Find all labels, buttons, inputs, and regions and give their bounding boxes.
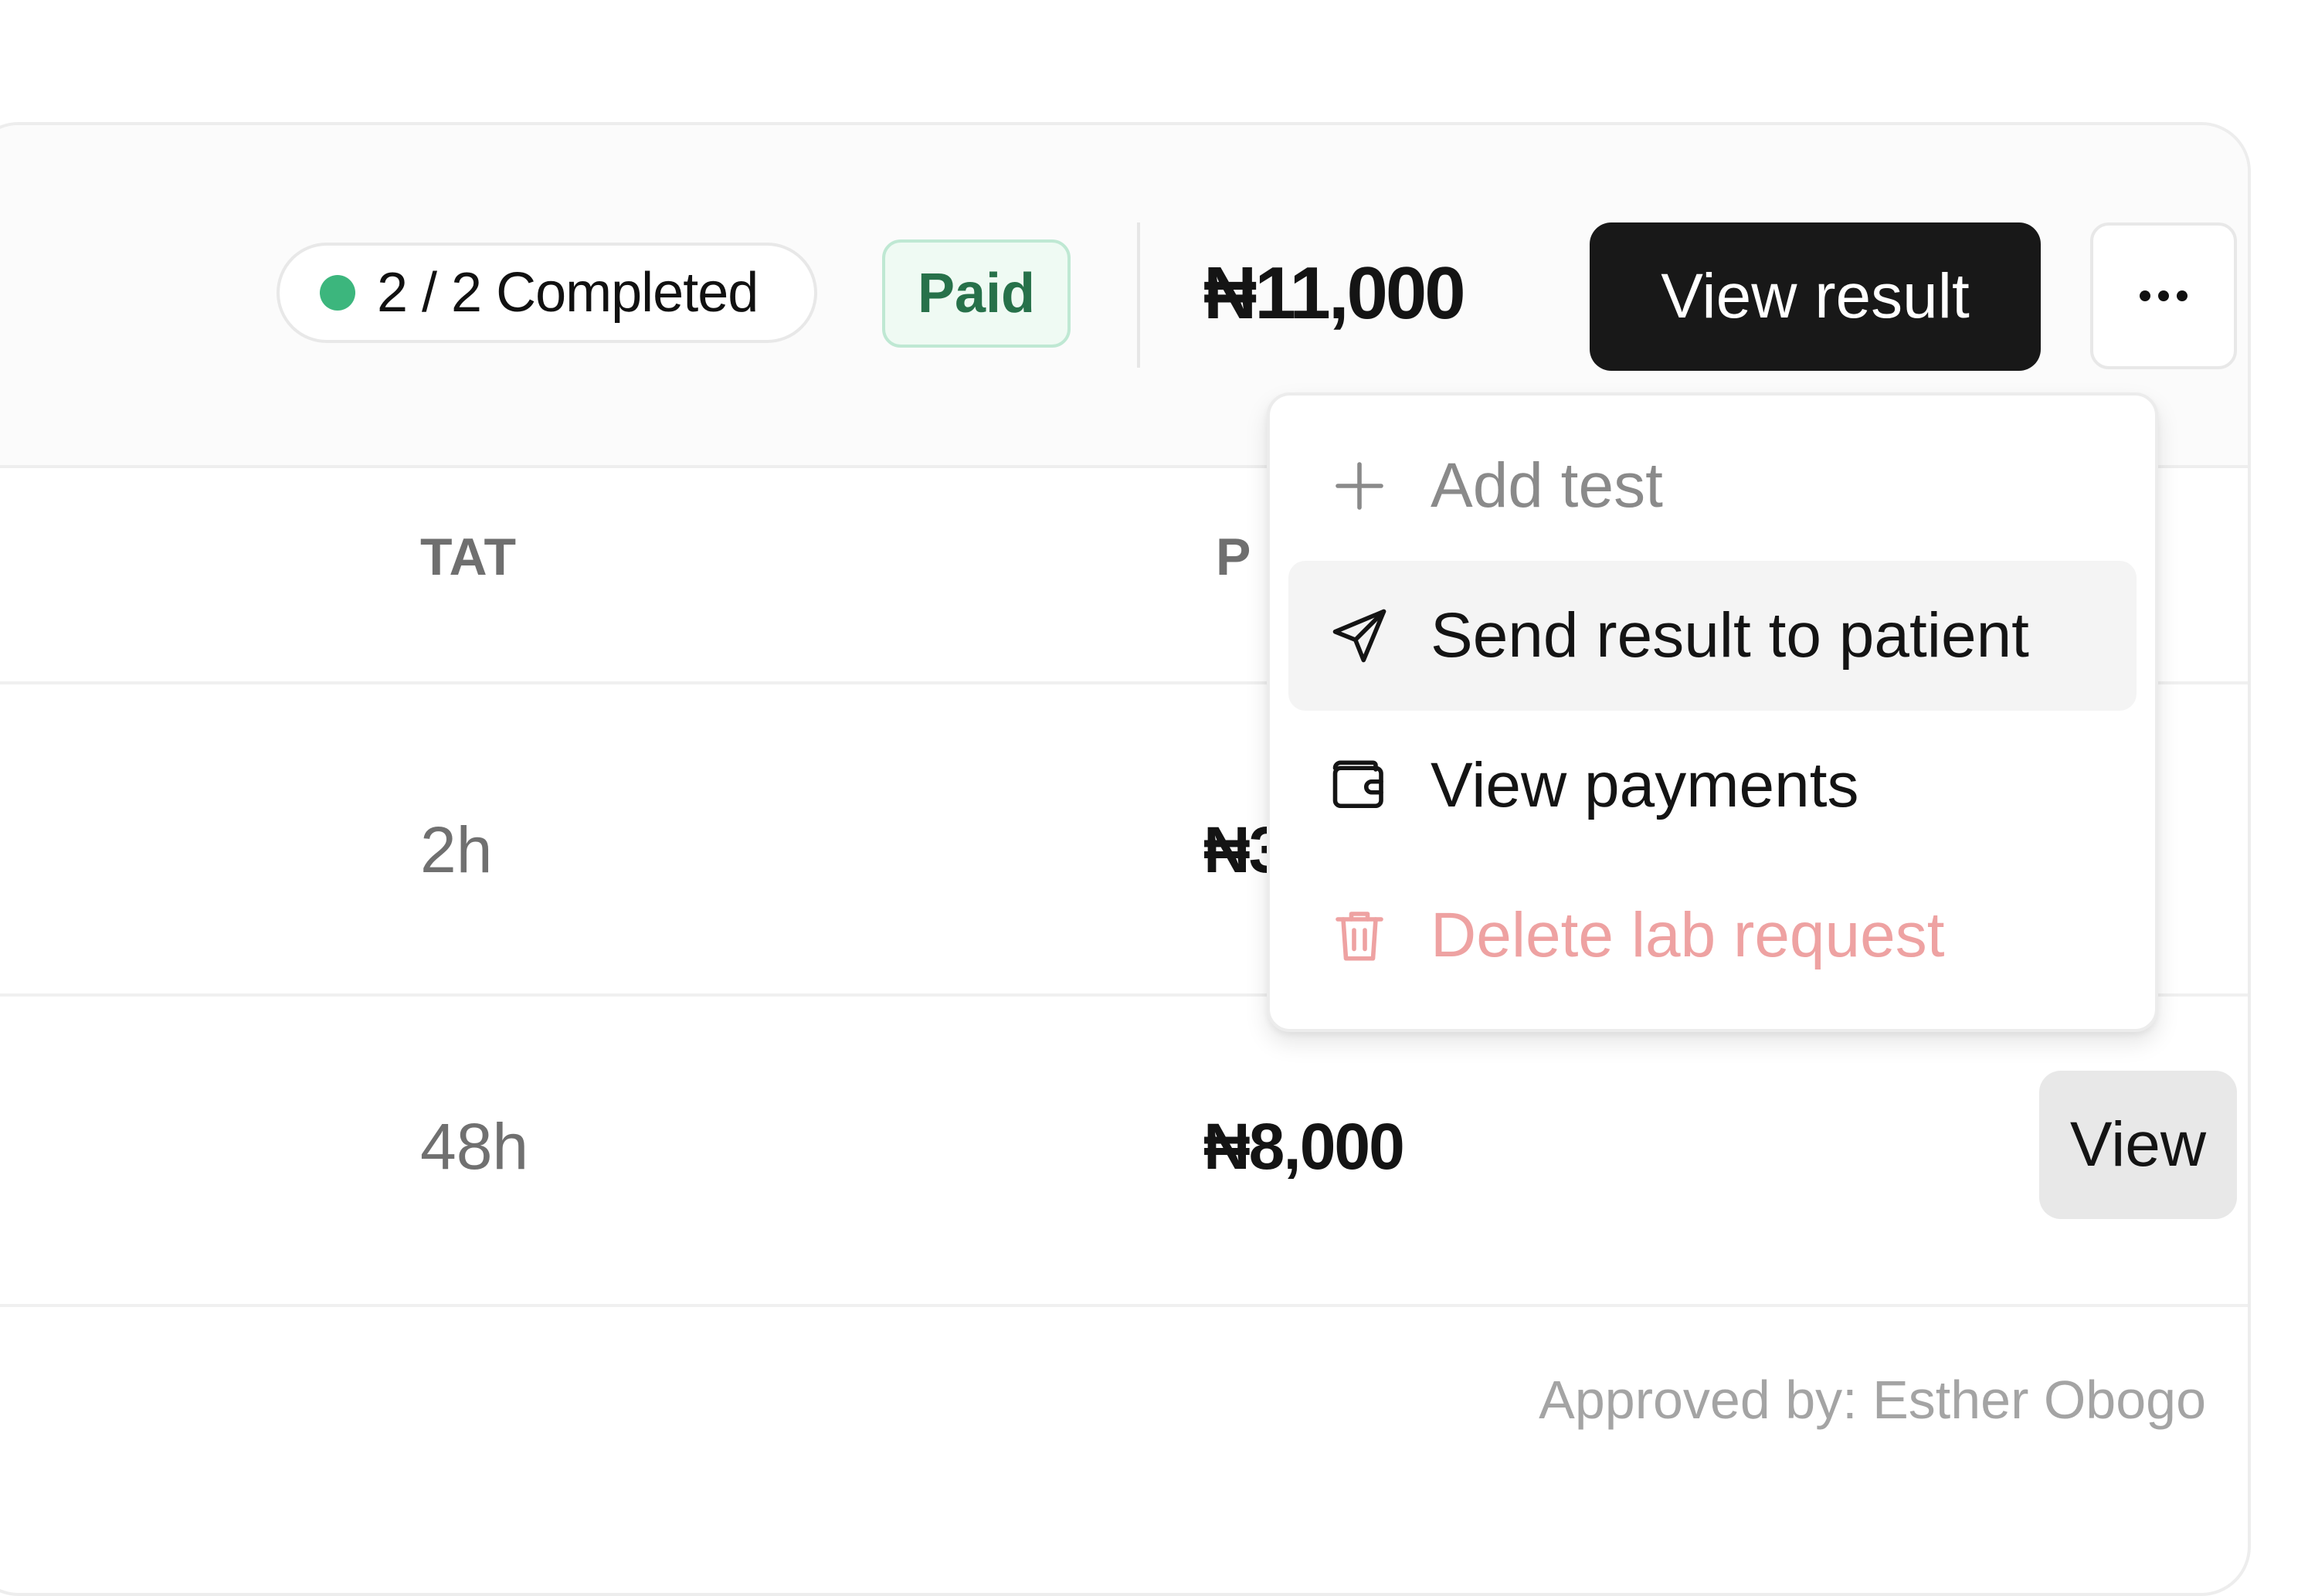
row-divider [0,1304,2248,1307]
table-row-1-tat: 2h [420,813,493,886]
more-actions-dropdown: Add test Send result to patient View pay… [1267,392,2158,1032]
table-row-2-tat: 48h [420,1110,529,1183]
approved-by-text: Approved by: Esther Obogo [1539,1370,2206,1430]
menu-item-view-payments[interactable]: View payments [1288,711,2137,861]
menu-item-delete-request[interactable]: Delete lab request [1288,861,2137,1010]
table-row-2-price: ₦8,000 [1203,1110,1405,1183]
wallet-icon [1327,753,1392,818]
completion-status-label: 2 / 2 Completed [377,262,759,324]
menu-item-label: View payments [1431,750,1859,820]
column-header-price: P [1216,528,1252,586]
completion-status-badge: 2 / 2 Completed [277,243,817,343]
total-price: ₦11,000 [1203,252,1466,334]
menu-item-send-result[interactable]: Send result to patient [1288,561,2137,711]
column-header-tat: TAT [420,528,518,586]
view-result-button[interactable]: View result [1590,222,2041,371]
menu-item-label: Add test [1431,450,1663,521]
send-icon [1327,603,1392,668]
view-row-button[interactable]: View [2039,1071,2237,1219]
trash-icon [1327,903,1392,968]
status-dot [320,275,355,311]
menu-item-label: Send result to patient [1431,600,2029,671]
menu-item-label: Delete lab request [1431,900,1945,970]
plus-icon [1327,453,1392,518]
menu-item-add-test[interactable]: Add test [1288,411,2137,561]
more-actions-button[interactable] [2090,222,2237,369]
header-divider [1137,222,1140,368]
payment-status-badge: Paid [882,239,1071,348]
ellipsis-horizontal-icon [2140,290,2188,301]
